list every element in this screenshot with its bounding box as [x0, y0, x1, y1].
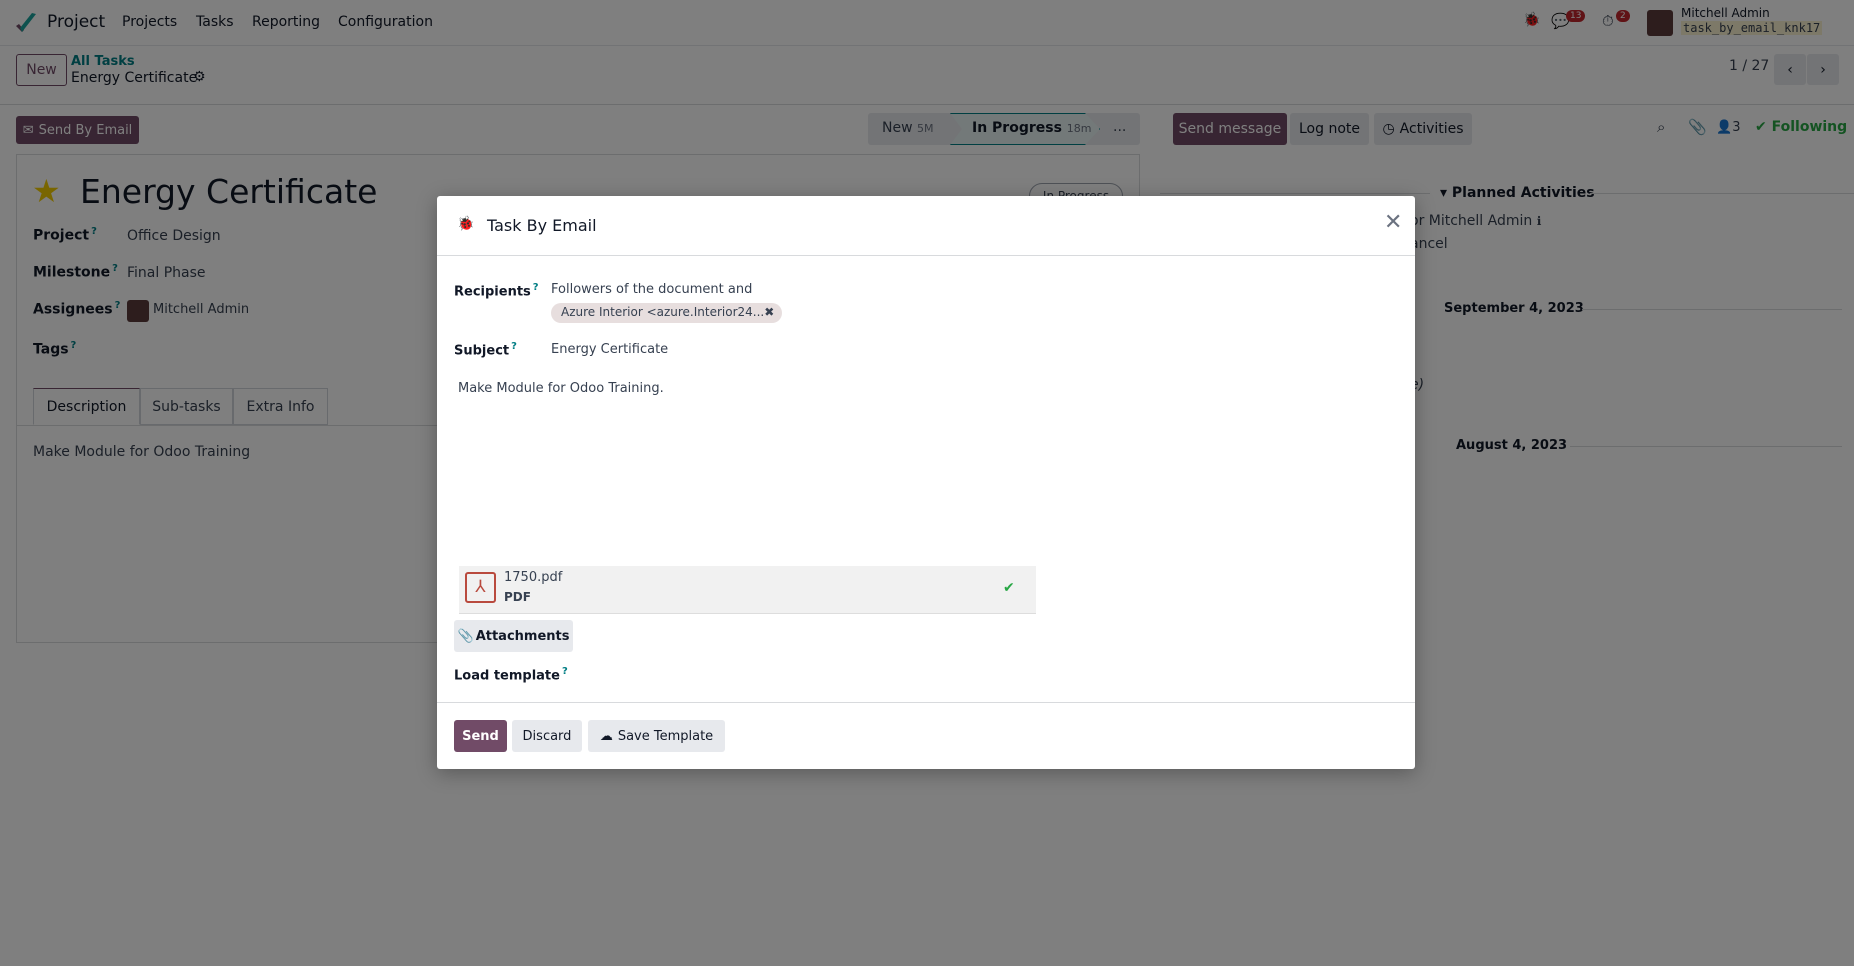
paperclip-icon: 📎 — [457, 628, 474, 644]
subject-label: Subject? — [454, 341, 517, 359]
task-by-email-dialog: 🐞 Task By Email ✕ Recipients? Followers … — [437, 196, 1415, 769]
send-button[interactable]: Send — [454, 720, 507, 752]
attachment-card[interactable]: ⅄ 1750.pdf PDF ✔ — [459, 566, 1036, 614]
recipients-label: Recipients? — [454, 282, 539, 300]
recipients-text: Followers of the document and — [551, 282, 753, 297]
footer-divider — [437, 702, 1415, 703]
load-template-label: Load template? — [454, 666, 568, 684]
body-editor[interactable]: Make Module for Odoo Training. — [454, 376, 1394, 556]
subject-input[interactable]: Energy Certificate — [551, 342, 668, 357]
attachment-name: 1750.pdf — [504, 570, 563, 585]
pdf-file-icon: ⅄ — [465, 572, 496, 603]
save-template-button[interactable]: ☁ Save Template — [588, 720, 725, 752]
checkmark-icon: ✔ — [1003, 580, 1015, 596]
body-text: Make Module for Odoo Training. — [458, 381, 664, 396]
remove-tag-icon[interactable]: ✖ — [764, 305, 774, 319]
discard-button[interactable]: Discard — [512, 720, 582, 752]
attachment-type: PDF — [504, 590, 531, 604]
recipient-tag[interactable]: Azure Interior <azure.Interior24...✖ — [551, 303, 782, 323]
cloud-upload-icon: ☁ — [599, 728, 613, 744]
close-icon[interactable]: ✕ — [1384, 210, 1402, 235]
attachments-button[interactable]: 📎 Attachments — [454, 620, 573, 652]
dialog-title: Task By Email — [487, 216, 597, 235]
header-divider — [437, 255, 1415, 256]
bug-icon: 🐞 — [457, 216, 475, 232]
